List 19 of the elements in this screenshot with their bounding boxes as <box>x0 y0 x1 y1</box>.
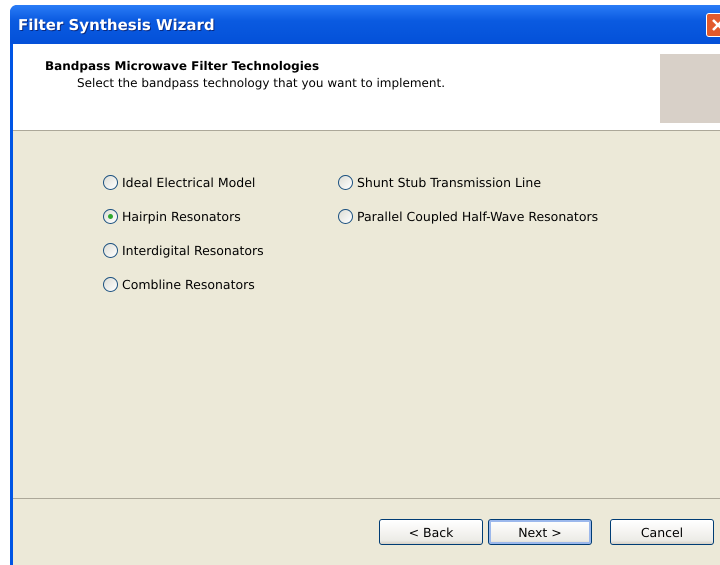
radio-icon[interactable] <box>338 174 353 190</box>
wizard-button[interactable]: Next > <box>488 519 592 545</box>
header-image-placeholder <box>660 54 720 123</box>
radio-option[interactable]: Interdigital Resonators <box>103 239 303 261</box>
radio-option[interactable]: Parallel Coupled Half-Wave Resonators <box>338 205 598 227</box>
radio-option[interactable]: Shunt Stub Transmission Line <box>338 171 598 193</box>
radio-icon[interactable] <box>338 208 353 224</box>
radio-option[interactable]: Ideal Electrical Model <box>103 171 303 193</box>
page-subtitle: Select the bandpass technology that you want to implement. <box>76 76 446 90</box>
page-title: Bandpass Microwave Filter Technologies <box>45 59 320 73</box>
wizard-button[interactable]: Cancel <box>610 519 714 545</box>
radio-icon[interactable] <box>103 174 118 190</box>
wizard-button[interactable]: < Back <box>379 519 483 545</box>
radio-icon[interactable] <box>103 242 118 258</box>
radio-icon[interactable] <box>103 208 118 224</box>
radio-icon[interactable] <box>103 276 118 292</box>
radio-option[interactable]: Combline Resonators <box>103 273 303 295</box>
radio-option[interactable]: Hairpin Resonators <box>103 205 303 227</box>
window-title: Filter Synthesis Wizard <box>18 16 215 34</box>
